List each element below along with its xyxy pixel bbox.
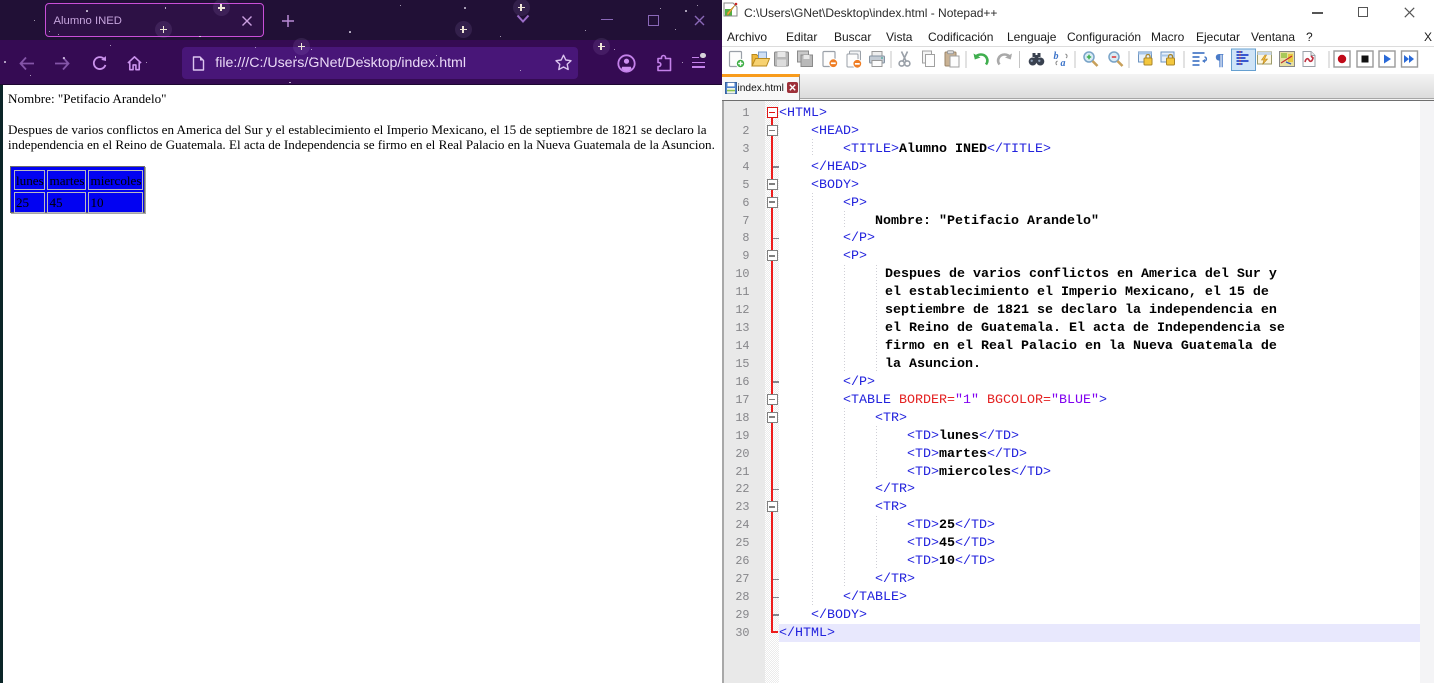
svg-text:a: a (1061, 58, 1066, 69)
svg-text:b: b (1054, 51, 1059, 62)
svg-text:¶: ¶ (1215, 50, 1224, 69)
